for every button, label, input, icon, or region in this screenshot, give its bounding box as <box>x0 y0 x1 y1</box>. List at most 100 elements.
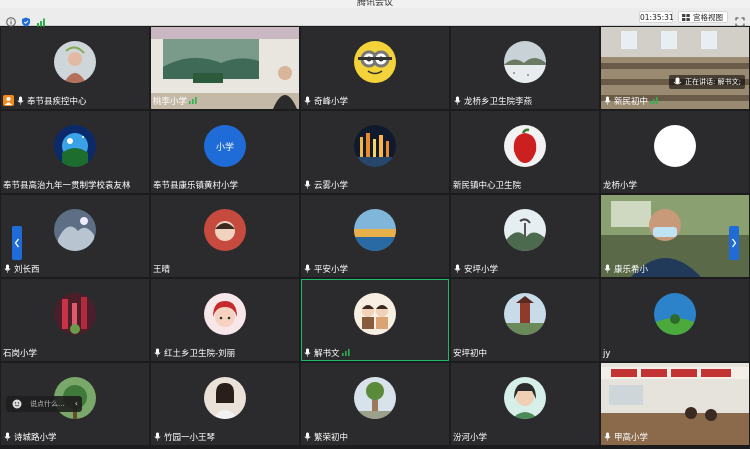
participant-name: 红土乡卫生院-刘丽 <box>164 349 236 359</box>
participant-avatar <box>54 293 96 335</box>
participant-name: 甲高小学 <box>614 433 649 443</box>
mic-icon <box>303 179 312 193</box>
participant-tile[interactable]: 汾河小学 <box>451 363 599 445</box>
grid-view-button[interactable]: 宫格视图 <box>678 11 728 23</box>
info-icon[interactable] <box>6 12 16 27</box>
participant-label: 诗城路小学 <box>1 431 60 445</box>
mic-icon <box>3 431 12 445</box>
participant-tile[interactable]: 王晴 <box>151 195 299 277</box>
participant-label: 汾河小学 <box>451 432 490 444</box>
mic-icon <box>3 263 12 277</box>
participant-avatar <box>504 209 546 251</box>
meeting-timer: 01:35:31 <box>639 11 674 23</box>
host-icon <box>3 94 14 110</box>
signal-icon <box>650 96 658 108</box>
chat-input[interactable]: 说点什么... ‹ <box>6 396 82 412</box>
window-title: 腾讯会议 <box>356 0 393 8</box>
participant-name: 龙桥小学 <box>603 181 638 191</box>
participant-name: 新民初中 <box>614 97 649 107</box>
participant-grid: 奉节县疾控中心 桃李小学 奇峰小学 龙桥乡卫生院李燕 正在讲话: 解书文; 新民初中奉节县… <box>0 27 750 449</box>
participant-name: 诗城路小学 <box>14 433 57 443</box>
participant-label: 繁荣初中 <box>301 431 351 445</box>
next-page-button[interactable] <box>729 226 739 260</box>
mic-icon <box>303 431 312 445</box>
participant-tile[interactable]: 奇峰小学 <box>301 27 449 109</box>
participant-avatar <box>504 293 546 335</box>
chevron-left-icon[interactable]: ‹ <box>75 396 78 412</box>
participant-tile[interactable]: 新民镇中心卫生院 <box>451 111 599 193</box>
mic-icon <box>303 95 312 109</box>
participant-tile[interactable]: 云雾小学 <box>301 111 449 193</box>
participant-name: 康乐希小 <box>614 265 649 275</box>
participant-tile[interactable]: 甲高小学 <box>601 363 749 445</box>
fullscreen-icon[interactable] <box>735 12 745 27</box>
participant-name: 解书文 <box>314 349 340 359</box>
participant-label: 安坪小学 <box>451 263 501 277</box>
participant-name: 龙桥乡卫生院李燕 <box>464 97 533 107</box>
mic-icon <box>453 95 462 109</box>
participant-tile[interactable]: 石岗小学 <box>1 279 149 361</box>
participant-name: 刘长西 <box>14 265 40 275</box>
participant-tile[interactable]: 繁荣初中 <box>301 363 449 445</box>
participant-name: 奉节县疾控中心 <box>27 97 87 107</box>
mic-icon <box>16 95 25 109</box>
participant-tile[interactable]: 龙桥小学 <box>601 111 749 193</box>
participant-tile[interactable]: 奉节县高治九年一贯制学校袁友林 <box>1 111 149 193</box>
participant-tile[interactable]: jy <box>601 279 749 361</box>
participant-tile[interactable]: 桃李小学 <box>151 27 299 109</box>
participant-tile[interactable]: 安坪初中 <box>451 279 599 361</box>
participant-tile[interactable]: 康乐希小 <box>601 195 749 277</box>
participant-name: 安坪小学 <box>464 265 499 275</box>
participant-avatar <box>204 293 246 335</box>
participant-label: 奇峰小学 <box>301 95 351 109</box>
chat-placeholder: 说点什么... <box>30 400 65 408</box>
participant-tile[interactable]: 龙桥乡卫生院李燕 <box>451 27 599 109</box>
meeting-toolbar: 01:35:31 宫格视图 <box>0 8 750 27</box>
participant-name: 奉节县康乐镇黄村小学 <box>153 181 239 191</box>
window-titlebar: 腾讯会议 <box>0 0 750 8</box>
participant-label: 甲高小学 <box>601 431 651 444</box>
participant-name: 新民镇中心卫生院 <box>453 181 522 191</box>
participant-name: 桃李小学 <box>153 97 188 107</box>
participant-avatar <box>354 41 396 83</box>
participant-label: 云雾小学 <box>301 179 351 193</box>
participant-label: 刘长西 <box>1 263 43 277</box>
speaking-indicator: 正在讲话: 解书文; <box>669 75 745 89</box>
participant-label: jy <box>601 348 613 360</box>
smile-icon <box>12 399 22 409</box>
participant-avatar <box>354 125 396 167</box>
participant-tile[interactable]: 刘长西 <box>1 195 149 277</box>
network-signal-icon[interactable] <box>36 12 46 27</box>
mic-icon <box>153 347 162 361</box>
participant-tile[interactable]: 小学 奉节县康乐镇黄村小学 <box>151 111 299 193</box>
speaking-text: 正在讲话: 解书文; <box>685 78 741 86</box>
participant-name: 安坪初中 <box>453 349 488 359</box>
participant-avatar <box>354 293 396 335</box>
participant-name: 奉节县高治九年一贯制学校袁友林 <box>3 181 131 191</box>
participant-label: 奉节县疾控中心 <box>1 94 90 110</box>
participant-name: 云雾小学 <box>314 181 349 191</box>
participant-tile[interactable]: 红土乡卫生院-刘丽 <box>151 279 299 361</box>
participant-label: 石岗小学 <box>1 348 40 360</box>
participant-tile[interactable]: 安坪小学 <box>451 195 599 277</box>
participant-avatar <box>204 377 246 419</box>
participant-label: 安坪初中 <box>451 348 490 360</box>
participant-label: 奉节县高治九年一贯制学校袁友林 <box>1 180 134 192</box>
participant-tile[interactable]: 解书文 <box>301 279 449 361</box>
participant-avatar <box>654 125 696 167</box>
participant-tile[interactable]: 正在讲话: 解书文; 新民初中 <box>601 27 749 109</box>
prev-page-button[interactable] <box>12 226 22 260</box>
participant-tile[interactable]: 竹园一小王琴 <box>151 363 299 445</box>
participant-avatar <box>504 377 546 419</box>
mic-icon <box>453 263 462 277</box>
participant-name: 王晴 <box>153 265 171 275</box>
participant-avatar <box>504 125 546 167</box>
participant-name: 奇峰小学 <box>314 97 349 107</box>
participant-label: 新民镇中心卫生院 <box>451 180 524 192</box>
security-shield-icon[interactable] <box>21 12 31 27</box>
chevron-right-icon <box>731 238 737 248</box>
participant-tile[interactable]: 平安小学 <box>301 195 449 277</box>
participant-name: 平安小学 <box>314 265 349 275</box>
participant-label: 龙桥乡卫生院李燕 <box>451 95 535 109</box>
participant-tile[interactable]: 奉节县疾控中心 <box>1 27 149 109</box>
